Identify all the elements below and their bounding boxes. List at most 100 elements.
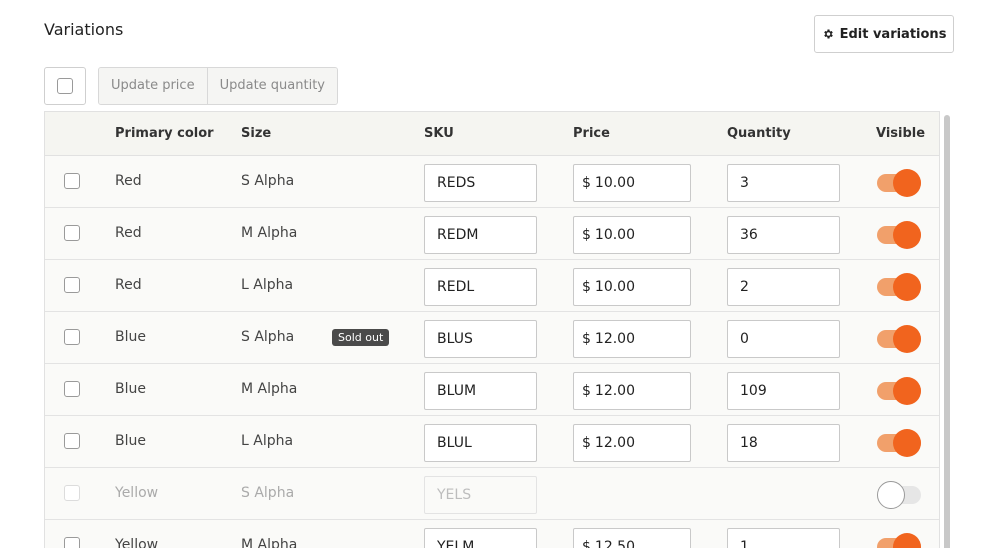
visible-toggle[interactable] <box>877 481 921 509</box>
sku-input[interactable]: REDS <box>424 164 537 202</box>
quantity-input[interactable]: 1 <box>727 528 840 548</box>
select-all-checkbox[interactable] <box>57 78 73 94</box>
currency-symbol: $ <box>582 383 591 399</box>
currency-symbol: $ <box>582 539 591 548</box>
col-sku: SKU <box>424 126 454 141</box>
table-row: Yellow M Alpha YELM $12.50 1 <box>45 520 939 548</box>
row-checkbox-cell <box>64 485 80 505</box>
sku-input[interactable]: BLUS <box>424 320 537 358</box>
toggle-knob <box>893 325 921 353</box>
currency-symbol: $ <box>582 279 591 295</box>
visible-toggle[interactable] <box>877 221 921 249</box>
toggle-knob <box>893 273 921 301</box>
row-primary-color: Red <box>115 173 142 189</box>
sku-input[interactable]: REDL <box>424 268 537 306</box>
visible-toggle[interactable] <box>877 273 921 301</box>
update-price-button[interactable]: Update price <box>99 68 207 104</box>
row-primary-color: Yellow <box>115 485 159 501</box>
row-checkbox[interactable] <box>64 329 80 345</box>
row-primary-color: Yellow <box>115 537 159 548</box>
table-row: Yellow S Alpha YELS <box>45 468 939 520</box>
table-row: Red M Alpha REDM $10.00 36 <box>45 208 939 260</box>
table-row: Blue S Alpha Sold out BLUS $12.00 0 <box>45 312 939 364</box>
quantity-input[interactable]: 18 <box>727 424 840 462</box>
table-body: Red S Alpha REDS $10.00 3 Red M Alpha RE… <box>45 156 939 548</box>
price-input[interactable]: $12.50 <box>573 528 691 548</box>
row-checkbox[interactable] <box>64 277 80 293</box>
table-header: Primary color Size SKU Price Quantity Vi… <box>45 112 939 156</box>
edit-variations-label: Edit variations <box>839 26 947 42</box>
quantity-input[interactable]: 3 <box>727 164 840 202</box>
row-size: M Alpha <box>241 225 298 241</box>
quantity-input[interactable]: 0 <box>727 320 840 358</box>
table-row: Blue L Alpha BLUL $12.00 18 <box>45 416 939 468</box>
row-size: S Alpha <box>241 329 295 345</box>
row-checkbox-cell <box>64 173 80 193</box>
row-checkbox[interactable] <box>64 225 80 241</box>
toggle-knob <box>893 429 921 457</box>
price-input[interactable]: $10.00 <box>573 268 691 306</box>
row-size: L Alpha <box>241 433 294 449</box>
currency-symbol: $ <box>582 227 591 243</box>
col-price: Price <box>573 126 610 141</box>
edit-variations-button[interactable]: Edit variations <box>814 15 954 53</box>
sku-input[interactable]: REDM <box>424 216 537 254</box>
sku-input[interactable]: BLUL <box>424 424 537 462</box>
col-size: Size <box>241 126 272 141</box>
price-value: 12.50 <box>594 539 636 548</box>
quantity-input[interactable]: 2 <box>727 268 840 306</box>
page-title: Variations <box>44 20 124 39</box>
toggle-knob <box>893 533 921 548</box>
quantity-input[interactable]: 109 <box>727 372 840 410</box>
sold-out-badge: Sold out <box>332 329 390 346</box>
price-input[interactable]: $12.00 <box>573 424 691 462</box>
select-all-checkbox-wrap[interactable] <box>44 67 86 105</box>
row-size: M Alpha <box>241 537 298 548</box>
row-checkbox[interactable] <box>64 537 80 548</box>
price-input[interactable]: $10.00 <box>573 216 691 254</box>
row-size: S Alpha <box>241 173 295 189</box>
currency-symbol: $ <box>582 331 591 347</box>
row-checkbox-cell <box>64 537 80 548</box>
price-value: 10.00 <box>594 227 636 243</box>
visible-toggle[interactable] <box>877 325 921 353</box>
row-size: L Alpha <box>241 277 294 293</box>
table-scrollbar[interactable] <box>944 115 950 548</box>
price-value: 12.00 <box>594 435 636 451</box>
sku-input[interactable]: YELM <box>424 528 537 548</box>
price-input[interactable]: $10.00 <box>573 164 691 202</box>
visible-toggle[interactable] <box>877 169 921 197</box>
table-row: Red S Alpha REDS $10.00 3 <box>45 156 939 208</box>
price-value: 10.00 <box>594 175 636 191</box>
visible-toggle[interactable] <box>877 533 921 548</box>
visible-toggle[interactable] <box>877 429 921 457</box>
currency-symbol: $ <box>582 435 591 451</box>
variations-table: Primary color Size SKU Price Quantity Vi… <box>44 111 940 548</box>
row-checkbox[interactable] <box>64 485 80 501</box>
row-checkbox-cell <box>64 277 80 297</box>
price-value: 12.00 <box>594 331 636 347</box>
price-input[interactable]: $12.00 <box>573 320 691 358</box>
row-primary-color: Red <box>115 277 142 293</box>
row-size: M Alpha <box>241 381 298 397</box>
table-row: Blue M Alpha BLUM $12.00 109 <box>45 364 939 416</box>
update-quantity-button[interactable]: Update quantity <box>206 68 337 104</box>
row-primary-color: Red <box>115 225 142 241</box>
row-primary-color: Blue <box>115 381 146 397</box>
row-checkbox-cell <box>64 329 80 349</box>
row-checkbox[interactable] <box>64 433 80 449</box>
price-input[interactable]: $12.00 <box>573 372 691 410</box>
row-checkbox[interactable] <box>64 173 80 189</box>
visible-toggle[interactable] <box>877 377 921 405</box>
row-checkbox[interactable] <box>64 381 80 397</box>
price-value: 10.00 <box>594 279 636 295</box>
currency-symbol: $ <box>582 175 591 191</box>
sku-input[interactable]: BLUM <box>424 372 537 410</box>
price-value: 12.00 <box>594 383 636 399</box>
row-checkbox-cell <box>64 381 80 401</box>
toggle-knob <box>877 481 905 509</box>
quantity-input[interactable]: 36 <box>727 216 840 254</box>
bulk-actions: Update price Update quantity <box>98 67 338 105</box>
row-primary-color: Blue <box>115 329 146 345</box>
sku-input[interactable]: YELS <box>424 476 537 514</box>
